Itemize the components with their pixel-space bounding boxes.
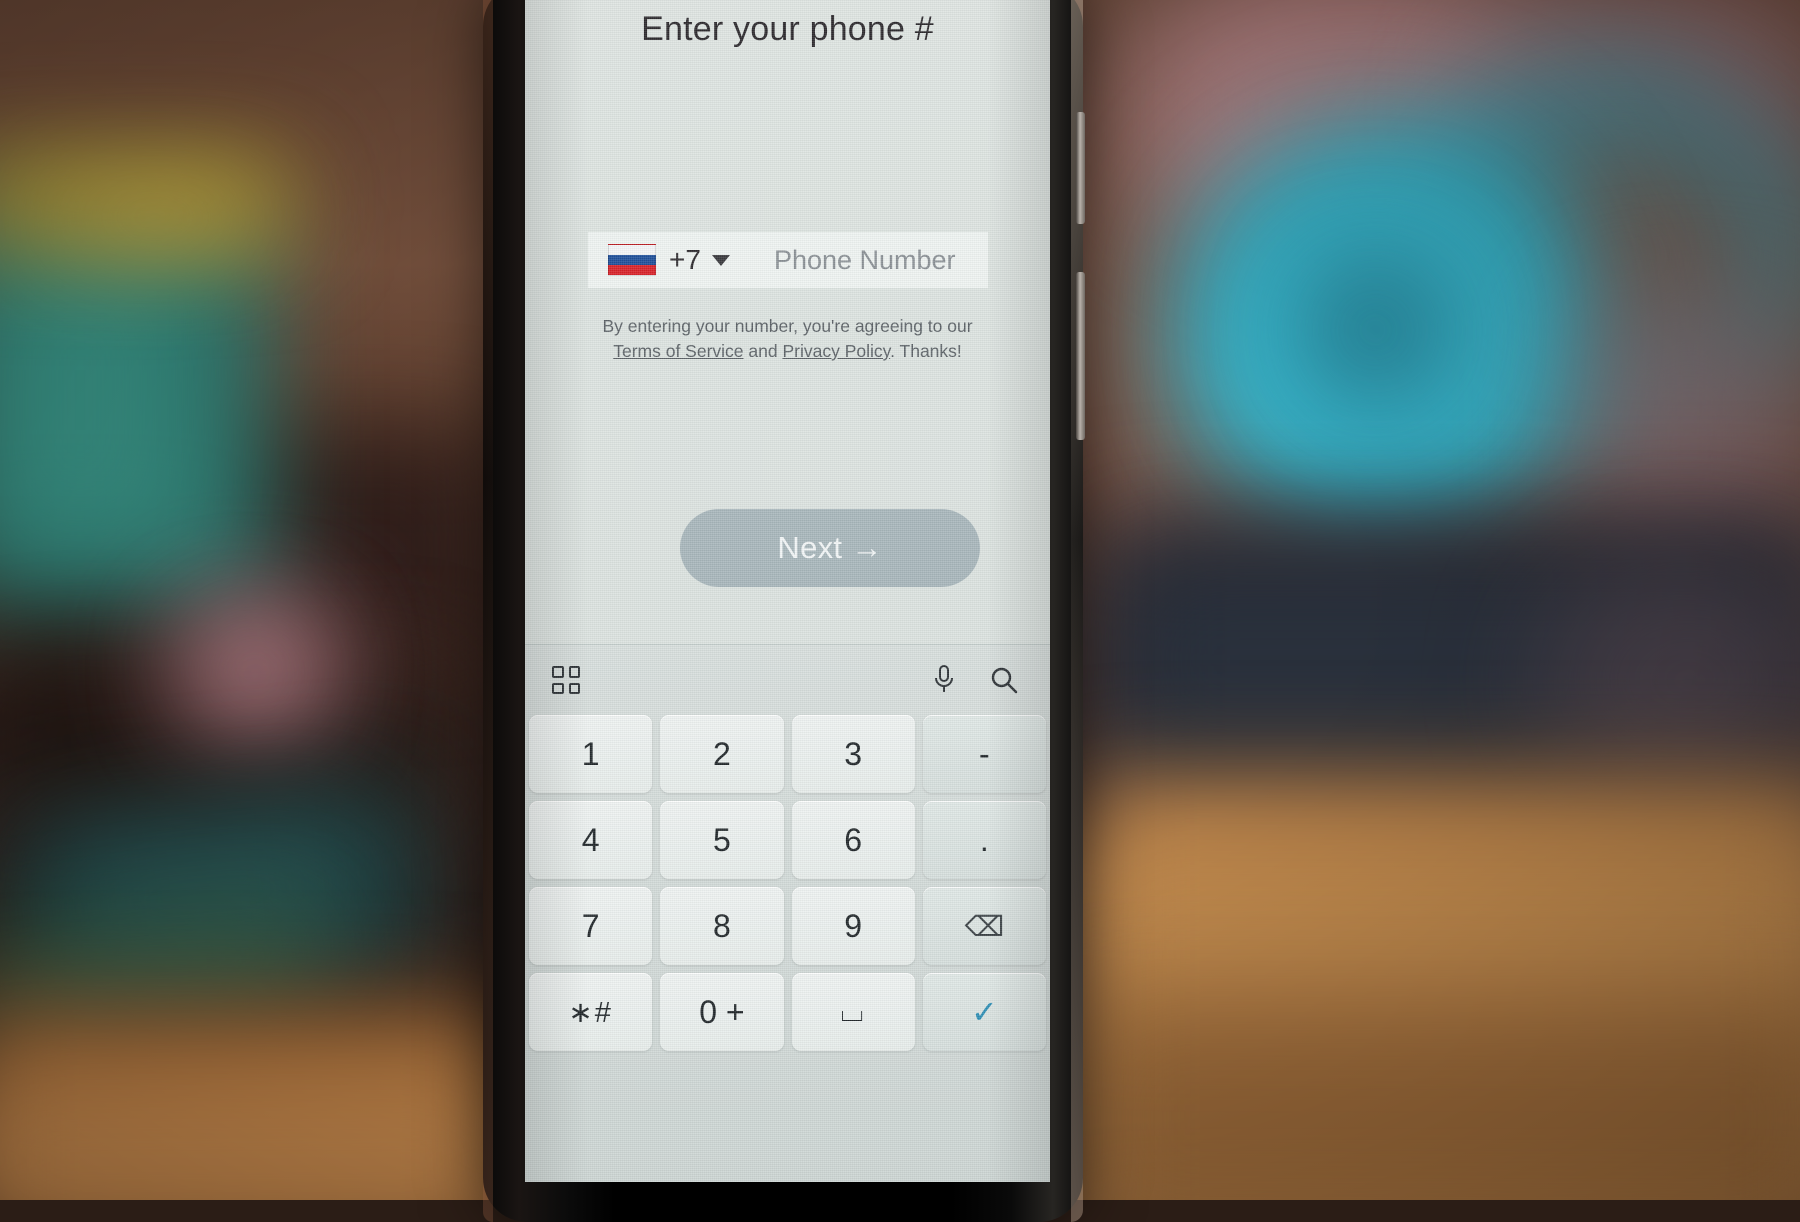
key-6-label: 6 — [844, 821, 863, 858]
key-3-label: 3 — [844, 735, 863, 772]
arrow-right-icon: → — [851, 530, 883, 565]
phone-number-input-row[interactable]: +7 Phone Number — [588, 232, 988, 288]
key-backspace[interactable]: ⌫ — [922, 887, 1046, 965]
page-title: Enter your phone # — [641, 10, 934, 48]
phone-number-input[interactable]: Phone Number — [774, 245, 956, 276]
russia-flag-icon — [608, 244, 656, 276]
key-1[interactable]: 1 — [529, 715, 653, 793]
key-9[interactable]: 9 — [791, 887, 915, 965]
key-3[interactable]: 3 — [791, 715, 915, 793]
key-zero-plus-label: 0 + — [699, 993, 745, 1030]
key-dot-label: . — [979, 821, 989, 858]
key-zero-plus[interactable]: 0 + — [660, 973, 784, 1051]
key-dot[interactable]: . — [922, 801, 1046, 879]
smartphone-device: Enter your phone # +7 Phone Number By en… — [483, 0, 1085, 1222]
power-button[interactable] — [1076, 272, 1085, 440]
key-4-label: 4 — [581, 821, 600, 858]
terms-suffix: . Thanks! — [890, 341, 962, 361]
key-space[interactable]: ⌴ — [791, 973, 915, 1051]
terms-disclaimer: By entering your number, you're agreeing… — [525, 314, 1050, 364]
key-2-label: 2 — [712, 735, 731, 772]
phone-screen: Enter your phone # +7 Phone Number By en… — [525, 0, 1050, 1182]
chevron-down-icon[interactable] — [711, 254, 730, 266]
phone-left-edge — [483, 0, 493, 1222]
key-enter-check-label: ✓ — [970, 994, 998, 1030]
key-dash-label: - — [979, 735, 990, 772]
keyboard-toolbar — [525, 644, 1050, 715]
key-enter-check[interactable]: ✓ — [922, 973, 1046, 1051]
grid-cell — [568, 666, 580, 678]
key-9-label: 9 — [844, 907, 863, 944]
grid-cell — [568, 682, 580, 694]
grid-cell — [552, 682, 564, 694]
key-7-label: 7 — [581, 907, 600, 944]
key-backspace-label: ⌫ — [964, 910, 1005, 942]
key-6[interactable]: 6 — [791, 801, 915, 879]
terms-line1: By entering your number, you're agreeing… — [602, 316, 973, 336]
key-star-hash-label: ∗# — [568, 996, 613, 1029]
next-button-label: Next → — [777, 530, 883, 565]
key-8[interactable]: 8 — [660, 887, 784, 965]
keyboard-row: 7 8 9 ⌫ — [529, 887, 1046, 965]
key-star-hash[interactable]: ∗# — [529, 973, 653, 1051]
key-5[interactable]: 5 — [660, 801, 784, 879]
key-8-label: 8 — [712, 907, 731, 944]
terms-conjunction: and — [748, 341, 778, 361]
key-dash[interactable]: - — [922, 715, 1046, 793]
app-content-area: Enter your phone # +7 Phone Number By en… — [525, 0, 1050, 644]
numeric-keyboard: 1 2 3 - 4 5 6. 7 8 9 ⌫ ∗# 0 + ⌴ ✓ — [525, 644, 1050, 1182]
microphone-icon[interactable] — [932, 665, 956, 695]
key-7[interactable]: 7 — [529, 887, 653, 965]
grid-apps-icon[interactable] — [552, 666, 580, 694]
grid-cell — [552, 666, 564, 678]
country-code-label[interactable]: +7 — [669, 244, 701, 276]
terms-of-service-link[interactable]: Terms of Service — [613, 341, 743, 361]
keyboard-keys: 1 2 3 - 4 5 6. 7 8 9 ⌫ ∗# 0 + ⌴ ✓ — [525, 715, 1050, 1051]
key-1-label: 1 — [581, 735, 600, 772]
volume-button[interactable] — [1076, 112, 1085, 224]
key-4[interactable]: 4 — [529, 801, 653, 879]
key-space-label: ⌴ — [840, 995, 866, 1028]
keyboard-row: 4 5 6. — [529, 801, 1046, 879]
search-icon[interactable] — [990, 666, 1018, 694]
key-2[interactable]: 2 — [660, 715, 784, 793]
keyboard-row: 1 2 3 - — [529, 715, 1046, 793]
privacy-policy-link[interactable]: Privacy Policy — [782, 341, 890, 361]
keyboard-row: ∗# 0 + ⌴ ✓ — [529, 973, 1046, 1051]
key-5-label: 5 — [712, 821, 731, 858]
next-button[interactable]: Next → — [680, 509, 980, 587]
